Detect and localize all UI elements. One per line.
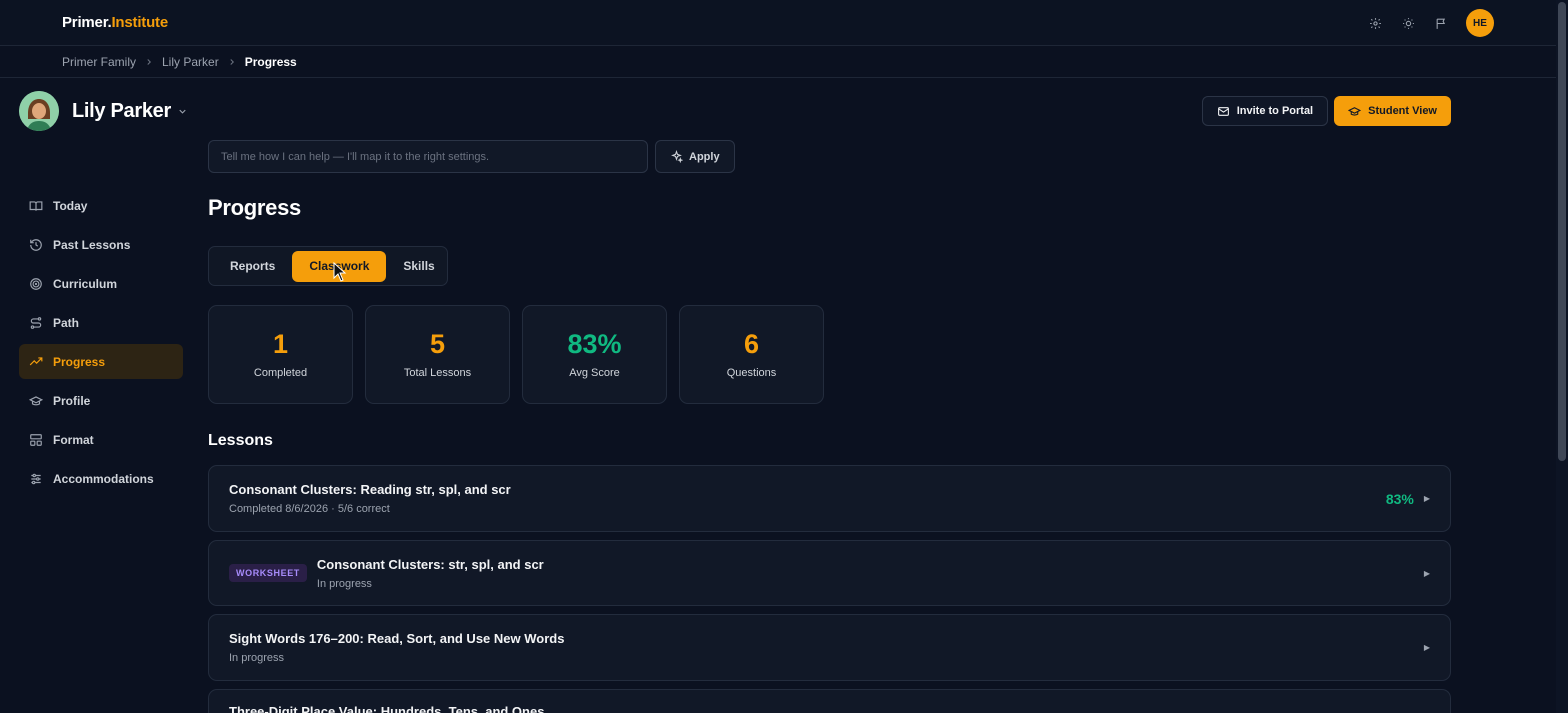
sidebar-item-label: Profile (53, 393, 91, 408)
lesson-row[interactable]: Sight Words 176–200: Read, Sort, and Use… (208, 614, 1451, 681)
sidebar-item-path[interactable]: Path (19, 305, 183, 340)
breadcrumb-item-family[interactable]: Primer Family (62, 55, 136, 69)
flag-icon[interactable] (1431, 13, 1452, 34)
sidebar-item-label: Format (53, 432, 94, 447)
breadcrumb-item-student[interactable]: Lily Parker (162, 55, 219, 69)
stat-value: 83% (567, 328, 622, 359)
sidebar-item-accommodations[interactable]: Accommodations (19, 461, 183, 496)
settings-icon[interactable] (1365, 13, 1386, 34)
lesson-row[interactable]: Consonant Clusters: Reading str, spl, an… (208, 465, 1451, 532)
sparkles-icon (670, 150, 683, 163)
sidebar-item-label: Path (53, 315, 80, 330)
sidebar-item-label: Accommodations (53, 471, 154, 486)
stat-label: Completed (253, 366, 308, 379)
sidebar-item-profile[interactable]: Profile (19, 383, 183, 418)
progress-tabs: Reports Classwork Skills (208, 246, 448, 286)
route-icon (29, 316, 43, 330)
sidebar: Today Past Lessons Curriculum Path Progr… (19, 188, 183, 500)
breadcrumb: Primer Family Lily Parker Progress (0, 47, 1556, 78)
tab-reports[interactable]: Reports (213, 251, 292, 282)
stat-card-total-lessons: 5 Total Lessons (365, 305, 510, 404)
lesson-title: Consonant Clusters: str, spl, and scr (316, 556, 544, 572)
invite-to-portal-button[interactable]: Invite to Portal (1201, 96, 1329, 126)
lessons-heading: Lessons (208, 432, 273, 449)
stat-value: 5 (429, 328, 446, 359)
stat-label: Total Lessons (403, 366, 472, 379)
student-name: Lily Parker (72, 99, 171, 122)
student-view-label: Student View (1368, 105, 1437, 117)
lesson-title: Three-Digit Place Value: Hundreds, Tens,… (229, 704, 545, 713)
lesson-subtitle: In progress (316, 577, 372, 590)
mouse-cursor-icon (333, 261, 347, 287)
invite-to-portal-label: Invite to Portal (1236, 105, 1314, 117)
sidebar-item-curriculum[interactable]: Curriculum (19, 266, 183, 301)
sidebar-item-label: Progress (53, 354, 106, 369)
sidebar-item-past-lessons[interactable]: Past Lessons (19, 227, 183, 262)
sidebar-item-format[interactable]: Format (19, 422, 183, 457)
expand-arrow-icon[interactable]: ▶ (1424, 569, 1430, 578)
stat-value: 6 (743, 328, 760, 359)
assistant-bar: Apply (208, 140, 735, 173)
lesson-text: Consonant Clusters: str, spl, and scr In… (317, 557, 1424, 590)
top-icons: HE (1365, 9, 1494, 37)
expand-arrow-icon[interactable]: ▶ (1424, 494, 1430, 503)
scrollbar-thumb[interactable] (1558, 2, 1566, 461)
lesson-title: Sight Words 176–200: Read, Sort, and Use… (229, 631, 565, 646)
graduation-cap-icon (1348, 105, 1362, 118)
assistant-input[interactable] (208, 140, 648, 173)
graduation-cap-icon (29, 394, 43, 408)
stat-card-questions: 6 Questions (679, 305, 824, 404)
top-bar: Primer.Institute HE (0, 0, 1556, 46)
mail-icon (1217, 105, 1230, 118)
sidebar-item-today[interactable]: Today (19, 188, 183, 223)
apply-label: Apply (689, 150, 720, 163)
layout-icon (29, 433, 43, 447)
lesson-text: Consonant Clusters: Reading str, spl, an… (229, 482, 1386, 515)
book-open-icon (29, 199, 43, 213)
lesson-text: Sight Words 176–200: Read, Sort, and Use… (229, 631, 1424, 664)
chevron-right-icon (144, 57, 154, 67)
lesson-row[interactable]: Three-Digit Place Value: Hundreds, Tens,… (208, 689, 1451, 713)
worksheet-badge: WORKSHEET (229, 564, 307, 582)
history-icon (29, 238, 43, 252)
stat-value: 1 (272, 328, 289, 359)
tab-skills[interactable]: Skills (386, 251, 451, 282)
lesson-text: Three-Digit Place Value: Hundreds, Tens,… (229, 698, 1430, 713)
lesson-score: 83% (1385, 490, 1414, 507)
lesson-row[interactable]: WORKSHEET Consonant Clusters: str, spl, … (208, 540, 1451, 606)
lesson-subtitle: In progress (229, 652, 285, 664)
sun-icon[interactable] (1398, 13, 1419, 34)
expand-arrow-icon[interactable]: ▶ (1424, 643, 1430, 652)
stat-label: Avg Score (569, 366, 620, 379)
page-scrollbar[interactable] (1556, 0, 1568, 713)
sidebar-item-label: Today (53, 198, 88, 213)
breadcrumb-current: Progress (244, 55, 297, 69)
target-icon (29, 277, 43, 291)
lesson-subtitle: Completed 8/6/2026 · 5/6 correct (229, 503, 390, 515)
brand-logo-part2: Institute (111, 14, 168, 31)
stat-card-completed: 1 Completed (208, 305, 353, 404)
stats-row: 1 Completed 5 Total Lessons 83% Avg Scor… (208, 305, 824, 404)
user-avatar[interactable]: HE (1466, 9, 1494, 37)
student-view-button[interactable]: Student View (1334, 96, 1451, 126)
page-title: Progress (208, 195, 301, 220)
apply-button[interactable]: Apply (655, 140, 735, 173)
chevron-down-icon (177, 106, 188, 117)
stat-card-avg-score: 83% Avg Score (522, 305, 667, 404)
stat-label: Questions (726, 366, 777, 379)
chevron-right-icon (227, 57, 237, 67)
sliders-icon (29, 472, 43, 486)
student-switcher[interactable]: Lily Parker (19, 91, 188, 131)
lesson-title: Consonant Clusters: Reading str, spl, an… (229, 482, 511, 497)
brand-logo[interactable]: Primer.Institute (62, 14, 168, 31)
sidebar-item-progress[interactable]: Progress (19, 344, 183, 379)
header-actions: Invite to Portal Student View (1201, 96, 1451, 126)
sidebar-item-label: Curriculum (53, 276, 118, 291)
sidebar-item-label: Past Lessons (53, 237, 131, 252)
trending-up-icon (29, 355, 43, 369)
student-avatar (19, 91, 59, 131)
brand-logo-part1: Primer. (62, 14, 112, 31)
